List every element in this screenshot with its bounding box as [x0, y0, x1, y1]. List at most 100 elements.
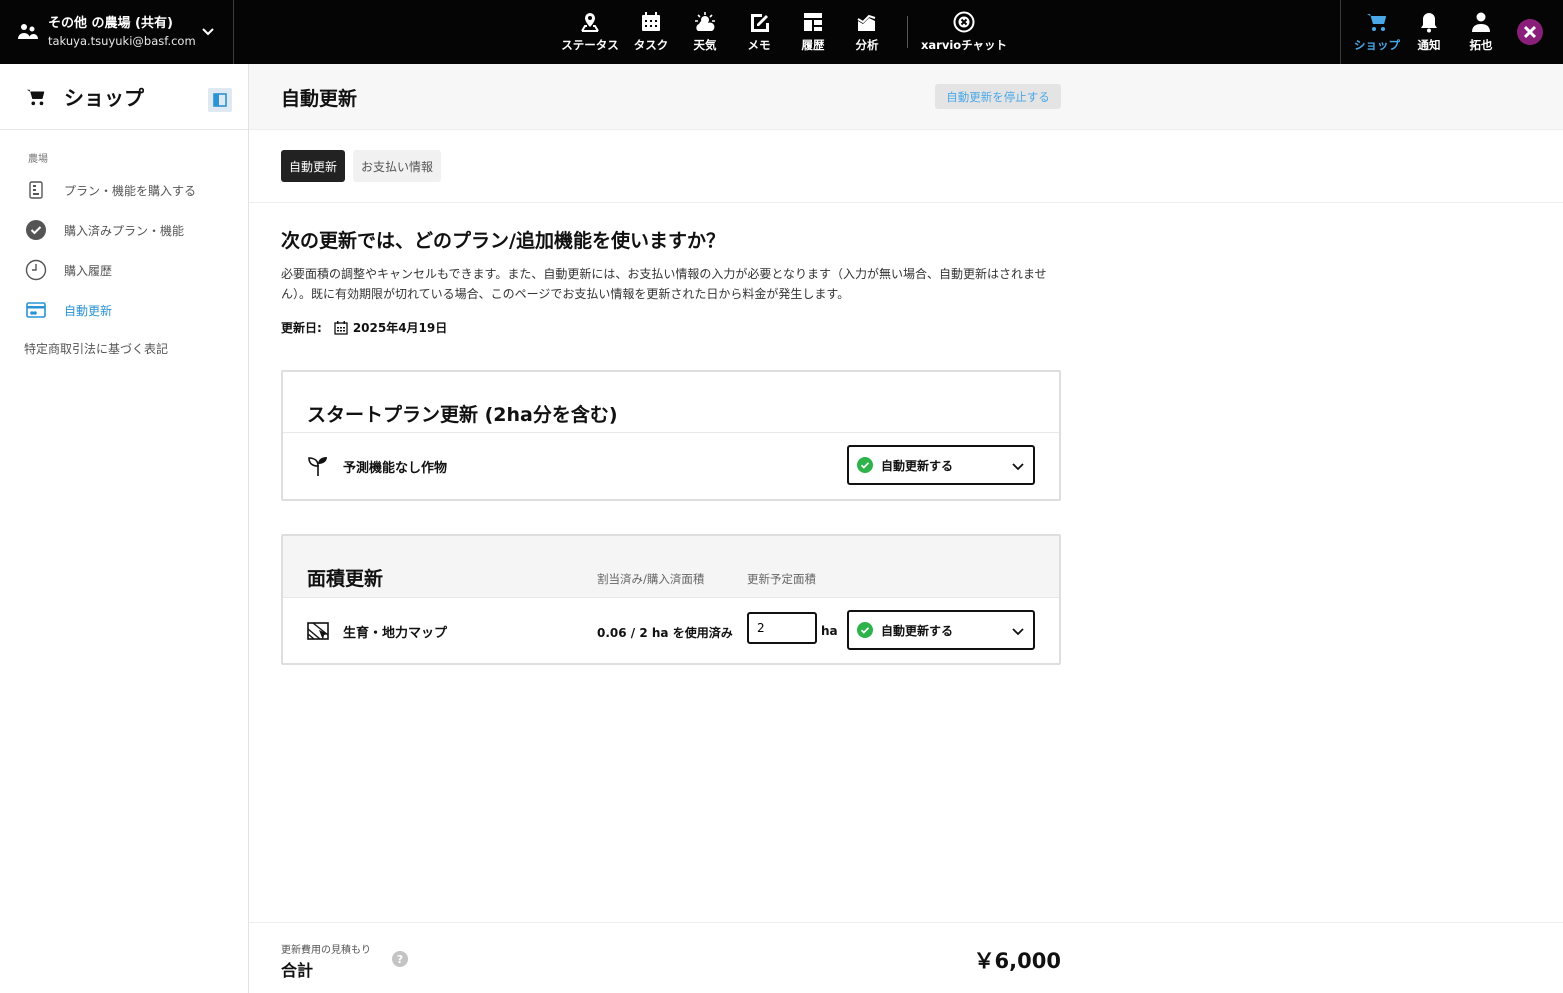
help-icon[interactable]: ?: [392, 951, 408, 967]
select-value: 自動更新する: [881, 623, 954, 638]
plan-renewal-select[interactable]: 自動更新する: [847, 445, 1035, 485]
area-renewal-card: 面積更新 割当済み/購入済面積 更新予定面積 生育・地力マップ 0.06 / 2…: [281, 534, 1061, 665]
nav-label: xarvioチャット: [920, 38, 1008, 52]
farm-email: takuya.tsuyuki@basf.com: [48, 34, 196, 48]
sidebar-item-buy-plan[interactable]: プラン・機能を購入する: [0, 170, 248, 210]
column-header-assigned: 割当済み/購入済面積: [597, 572, 705, 586]
nav-status[interactable]: ステータス: [556, 0, 624, 64]
user-icon: [1472, 12, 1490, 32]
section-description: 必要面積の調整やキャンセルもできます。また、自動更新には、お支払い情報の入力が必…: [281, 267, 1047, 301]
history-icon: [804, 13, 822, 31]
nav-label: 分析: [855, 38, 879, 52]
nav-account[interactable]: 拓也: [1455, 0, 1507, 64]
select-value: 自動更新する: [881, 458, 954, 473]
renewal-date-label: 更新日:: [281, 321, 322, 335]
cost-footer: 更新費用の見積もり 合計 ? ￥6,000: [249, 922, 1563, 993]
check-circle-icon: [25, 219, 47, 241]
sidebar-section-label: 農場: [28, 154, 48, 165]
nav-label: メモ: [747, 38, 771, 52]
sidebar-item-label: 購入済みプラン・機能: [64, 223, 185, 238]
sidebar-header: ショップ: [0, 64, 248, 130]
divider: [249, 202, 1563, 203]
nav-label: ステータス: [561, 38, 619, 52]
nav-weather[interactable]: 天気: [678, 0, 732, 64]
farm-name: その他 の農場 (共有): [48, 16, 173, 31]
page-header: 自動更新 自動更新を停止する: [249, 64, 1563, 130]
card-header: 面積更新 割当済み/購入済面積 更新予定面積: [283, 536, 1059, 598]
nav-tasks[interactable]: タスク: [624, 0, 678, 64]
nav-analysis[interactable]: 分析: [840, 0, 894, 64]
nav-label: 拓也: [1469, 38, 1493, 52]
top-bar: その他 の農場 (共有) takuya.tsuyuki@basf.com ステー…: [0, 0, 1563, 64]
sidebar-toggle-icon: [213, 93, 227, 107]
chevron-down-icon: [1012, 463, 1024, 471]
page-title: 自動更新: [281, 88, 358, 110]
area-row-label: 生育・地力マップ: [343, 626, 448, 641]
clock-icon: [25, 259, 47, 281]
nav-memo[interactable]: メモ: [732, 0, 786, 64]
note-icon: [751, 14, 769, 32]
shared-farm-icon: [18, 24, 38, 39]
area-unit: ha: [821, 624, 838, 638]
sidebar: ショップ 農場 プラン・機能を購入する 購入済みプラン・機能 購入履歴 自動更新…: [0, 64, 249, 993]
user-nav: ショップ 通知 拓也: [1340, 0, 1563, 64]
nav-label: 履歴: [801, 38, 825, 52]
sidebar-item-history[interactable]: 購入履歴: [0, 250, 248, 290]
planned-area-input[interactable]: [747, 612, 817, 644]
sidebar-item-label: 購入履歴: [64, 263, 113, 278]
legal-notice-link[interactable]: 特定商取引法に基づく表記: [0, 330, 248, 357]
cart-icon: [26, 89, 45, 105]
check-circle-icon: [857, 622, 873, 638]
area-usage: 0.06 / 2 ha を使用済み: [597, 626, 733, 640]
estimate-label: 更新費用の見積もり: [281, 945, 371, 956]
nav-divider: [907, 16, 908, 48]
plan-row-label: 予測機能なし作物: [343, 461, 448, 476]
nav-label: 通知: [1417, 38, 1441, 52]
card-icon: [25, 299, 47, 321]
area-row: 生育・地力マップ 0.06 / 2 ha を使用済み ha 自動更新する: [283, 598, 1059, 664]
stop-auto-renewal-button[interactable]: 自動更新を停止する: [935, 84, 1061, 109]
plan-row: 予測機能なし作物 自動更新する: [283, 433, 1059, 499]
plan-icon: [25, 179, 47, 201]
weather-icon: [695, 12, 715, 31]
xarvio-logo-icon: [1523, 25, 1537, 39]
nav-xarvio-chat[interactable]: xarvioチャット: [921, 0, 1007, 64]
collapse-sidebar-button[interactable]: [208, 88, 232, 112]
analysis-icon: [857, 14, 876, 31]
tab-payment-info[interactable]: お支払い情報: [353, 150, 442, 182]
sidebar-item-label: プラン・機能を購入する: [64, 183, 197, 198]
sidebar-item-auto-renewal[interactable]: 自動更新: [0, 290, 248, 330]
nav-shop[interactable]: ショップ: [1351, 0, 1403, 64]
area-renewal-select[interactable]: 自動更新する: [847, 610, 1035, 650]
column-header-planned: 更新予定面積: [747, 572, 816, 586]
chevron-down-icon: [1012, 628, 1024, 636]
nav-label: タスク: [633, 38, 669, 52]
bell-icon: [1421, 13, 1437, 33]
check-circle-icon: [857, 457, 873, 473]
nav-label: ショップ: [1354, 38, 1400, 52]
section-heading: 次の更新では、どのプラン/追加機能を使いますか？: [281, 230, 725, 252]
card-title: 面積更新: [307, 568, 384, 590]
nav-history[interactable]: 履歴: [786, 0, 840, 64]
map-layer-icon: [307, 622, 329, 640]
nav-notifications[interactable]: 通知: [1403, 0, 1455, 64]
calendar-icon: [642, 12, 660, 31]
tab-auto-renewal[interactable]: 自動更新: [281, 150, 346, 182]
sprout-icon: [308, 457, 327, 476]
card-title: スタートプラン更新 (2ha分を含む): [307, 404, 618, 426]
sidebar-title: ショップ: [64, 86, 144, 110]
calendar-icon: [334, 320, 348, 335]
card-header: スタートプラン更新 (2ha分を含む): [283, 372, 1059, 433]
sidebar-item-purchased[interactable]: 購入済みプラン・機能: [0, 210, 248, 250]
nav-label: 天気: [693, 38, 717, 52]
chevron-down-icon: [202, 28, 214, 36]
plan-renewal-card: スタートプラン更新 (2ha分を含む) 予測機能なし作物 自動更新する: [281, 370, 1061, 501]
tab-bar: 自動更新 お支払い情報: [281, 150, 449, 182]
map-pin-icon: [581, 13, 599, 32]
renewal-date-value: 2025年4月19日: [352, 321, 448, 335]
xarvio-app-avatar[interactable]: [1517, 19, 1543, 45]
total-value: ￥6,000: [973, 949, 1061, 973]
xarvio-chat-icon: [953, 11, 975, 33]
farm-switcher[interactable]: その他 の農場 (共有) takuya.tsuyuki@basf.com: [0, 0, 234, 64]
sidebar-item-label: 自動更新: [64, 303, 113, 318]
